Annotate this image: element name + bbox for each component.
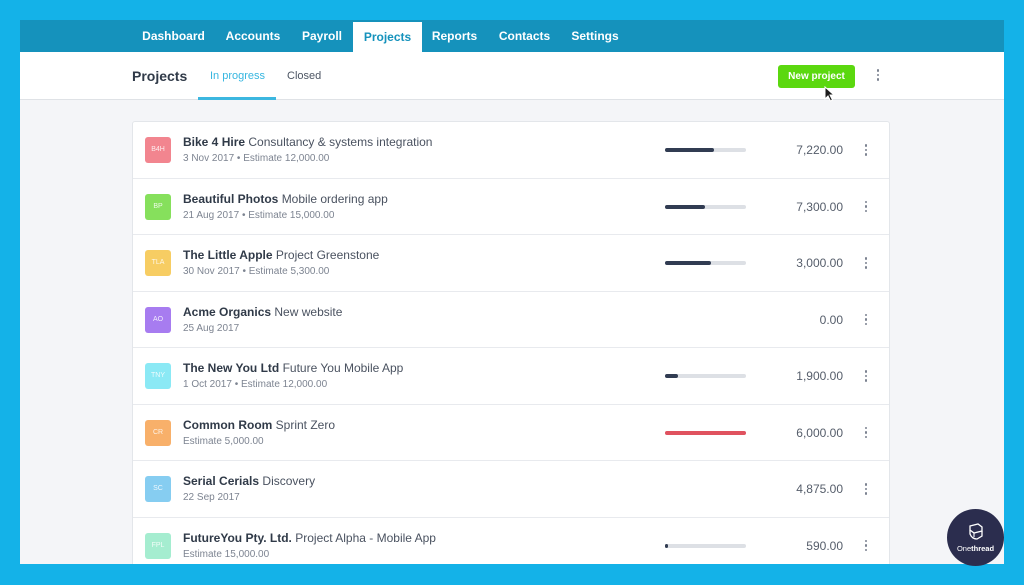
progress-fill [665,148,714,152]
page-header: Projects In progress Closed New project [20,52,1004,100]
project-title[interactable]: The Little Apple Project Greenstone [183,248,379,262]
progress-bar [665,374,746,378]
project-meta: 21 Aug 2017 • Estimate 15,000.00 [183,210,334,221]
project-name: Project Alpha - Mobile App [295,531,436,545]
client-avatar: TLA [145,250,171,276]
client-name: The New You Ltd [183,361,279,375]
project-title[interactable]: FutureYou Pty. Ltd. Project Alpha - Mobi… [183,531,436,545]
project-title[interactable]: Acme Organics New website [183,305,342,319]
project-amount: 590.00 [806,539,843,553]
nav-tab-projects[interactable]: Projects [353,22,422,52]
project-name: Future You Mobile App [283,361,404,375]
nav-tab-settings[interactable]: Settings [562,20,628,52]
project-row[interactable]: FPL FutureYou Pty. Ltd. Project Alpha - M… [133,518,889,565]
client-name: The Little Apple [183,248,273,262]
row-more-icon[interactable] [859,311,873,329]
top-navigation: Dashboard Accounts Payroll Projects Repo… [20,20,1004,52]
nav-tab-dashboard[interactable]: Dashboard [132,20,215,52]
project-list: B4H Bike 4 Hire Consultancy & systems int… [132,121,890,564]
client-avatar: FPL [145,533,171,559]
project-row[interactable]: BP Beautiful Photos Mobile ordering app 21… [133,179,889,236]
project-meta: 25 Aug 2017 [183,323,239,334]
project-row[interactable]: B4H Bike 4 Hire Consultancy & systems int… [133,122,889,179]
row-more-icon[interactable] [859,141,873,159]
project-amount: 4,875.00 [796,482,843,496]
client-name: Serial Cerials [183,474,259,488]
app-window: Dashboard Accounts Payroll Projects Repo… [20,20,1004,564]
project-row[interactable]: CR Common Room Sprint Zero Estimate 5,000.… [133,405,889,462]
row-more-icon[interactable] [859,367,873,385]
new-project-button[interactable]: New project [778,65,855,88]
progress-bar [665,205,746,209]
client-name: Common Room [183,418,272,432]
project-amount: 1,900.00 [796,369,843,383]
nav-tab-reports[interactable]: Reports [422,20,487,52]
project-amount: 7,220.00 [796,143,843,157]
project-row[interactable]: SC Serial Cerials Discovery 22 Sep 2017 4,8… [133,461,889,518]
onethread-logo-icon [966,522,986,542]
project-amount: 7,300.00 [796,200,843,214]
row-more-icon[interactable] [859,480,873,498]
client-avatar: BP [145,194,171,220]
progress-bar [665,431,746,435]
project-title[interactable]: The New You Ltd Future You Mobile App [183,361,403,375]
client-name: FutureYou Pty. Ltd. [183,531,292,545]
nav-tab-accounts[interactable]: Accounts [215,20,291,52]
project-name: Mobile ordering app [282,192,388,206]
project-row[interactable]: TNY The New You Ltd Future You Mobile App… [133,348,889,405]
row-more-icon[interactable] [859,424,873,442]
nav-tab-contacts[interactable]: Contacts [487,20,562,52]
client-name: Acme Organics [183,305,271,319]
project-name: Discovery [262,474,315,488]
project-row[interactable]: AO Acme Organics New website 25 Aug 2017 0.… [133,292,889,349]
progress-fill [665,261,711,265]
project-row[interactable]: TLA The Little Apple Project Greenstone 30… [133,235,889,292]
project-name: Sprint Zero [276,418,335,432]
progress-fill [665,544,668,548]
project-amount: 0.00 [820,313,843,327]
project-title[interactable]: Beautiful Photos Mobile ordering app [183,192,388,206]
project-meta: 22 Sep 2017 [183,492,240,503]
subtab-closed[interactable]: Closed [287,70,321,82]
row-more-icon[interactable] [859,198,873,216]
client-avatar: AO [145,307,171,333]
client-avatar: TNY [145,363,171,389]
project-amount: 3,000.00 [796,256,843,270]
client-avatar: CR [145,420,171,446]
onethread-watermark: Onethread [947,509,1004,566]
progress-fill [665,374,678,378]
subtab-in-progress[interactable]: In progress [210,70,265,82]
mouse-cursor-icon [824,86,836,102]
active-subtab-indicator [198,97,276,100]
progress-bar [665,148,746,152]
row-more-icon[interactable] [859,254,873,272]
project-meta: 1 Oct 2017 • Estimate 12,000.00 [183,379,327,390]
progress-bar [665,261,746,265]
project-title[interactable]: Common Room Sprint Zero [183,418,335,432]
page-title: Projects [132,68,187,84]
project-name: Project Greenstone [276,248,379,262]
project-amount: 6,000.00 [796,426,843,440]
progress-fill [665,431,746,435]
progress-bar [665,544,746,548]
project-meta: 30 Nov 2017 • Estimate 5,300.00 [183,266,329,277]
nav-tab-payroll[interactable]: Payroll [291,20,353,52]
row-more-icon[interactable] [859,537,873,555]
client-avatar: B4H [145,137,171,163]
header-more-icon[interactable] [870,66,886,84]
client-avatar: SC [145,476,171,502]
client-name: Bike 4 Hire [183,135,245,149]
progress-fill [665,205,705,209]
project-meta: Estimate 5,000.00 [183,436,264,447]
project-title[interactable]: Serial Cerials Discovery [183,474,315,488]
project-name: New website [274,305,342,319]
project-meta: Estimate 15,000.00 [183,549,269,560]
project-meta: 3 Nov 2017 • Estimate 12,000.00 [183,153,329,164]
onethread-wordmark: Onethread [957,544,994,553]
client-name: Beautiful Photos [183,192,278,206]
project-title[interactable]: Bike 4 Hire Consultancy & systems integr… [183,135,432,149]
project-name: Consultancy & systems integration [248,135,432,149]
